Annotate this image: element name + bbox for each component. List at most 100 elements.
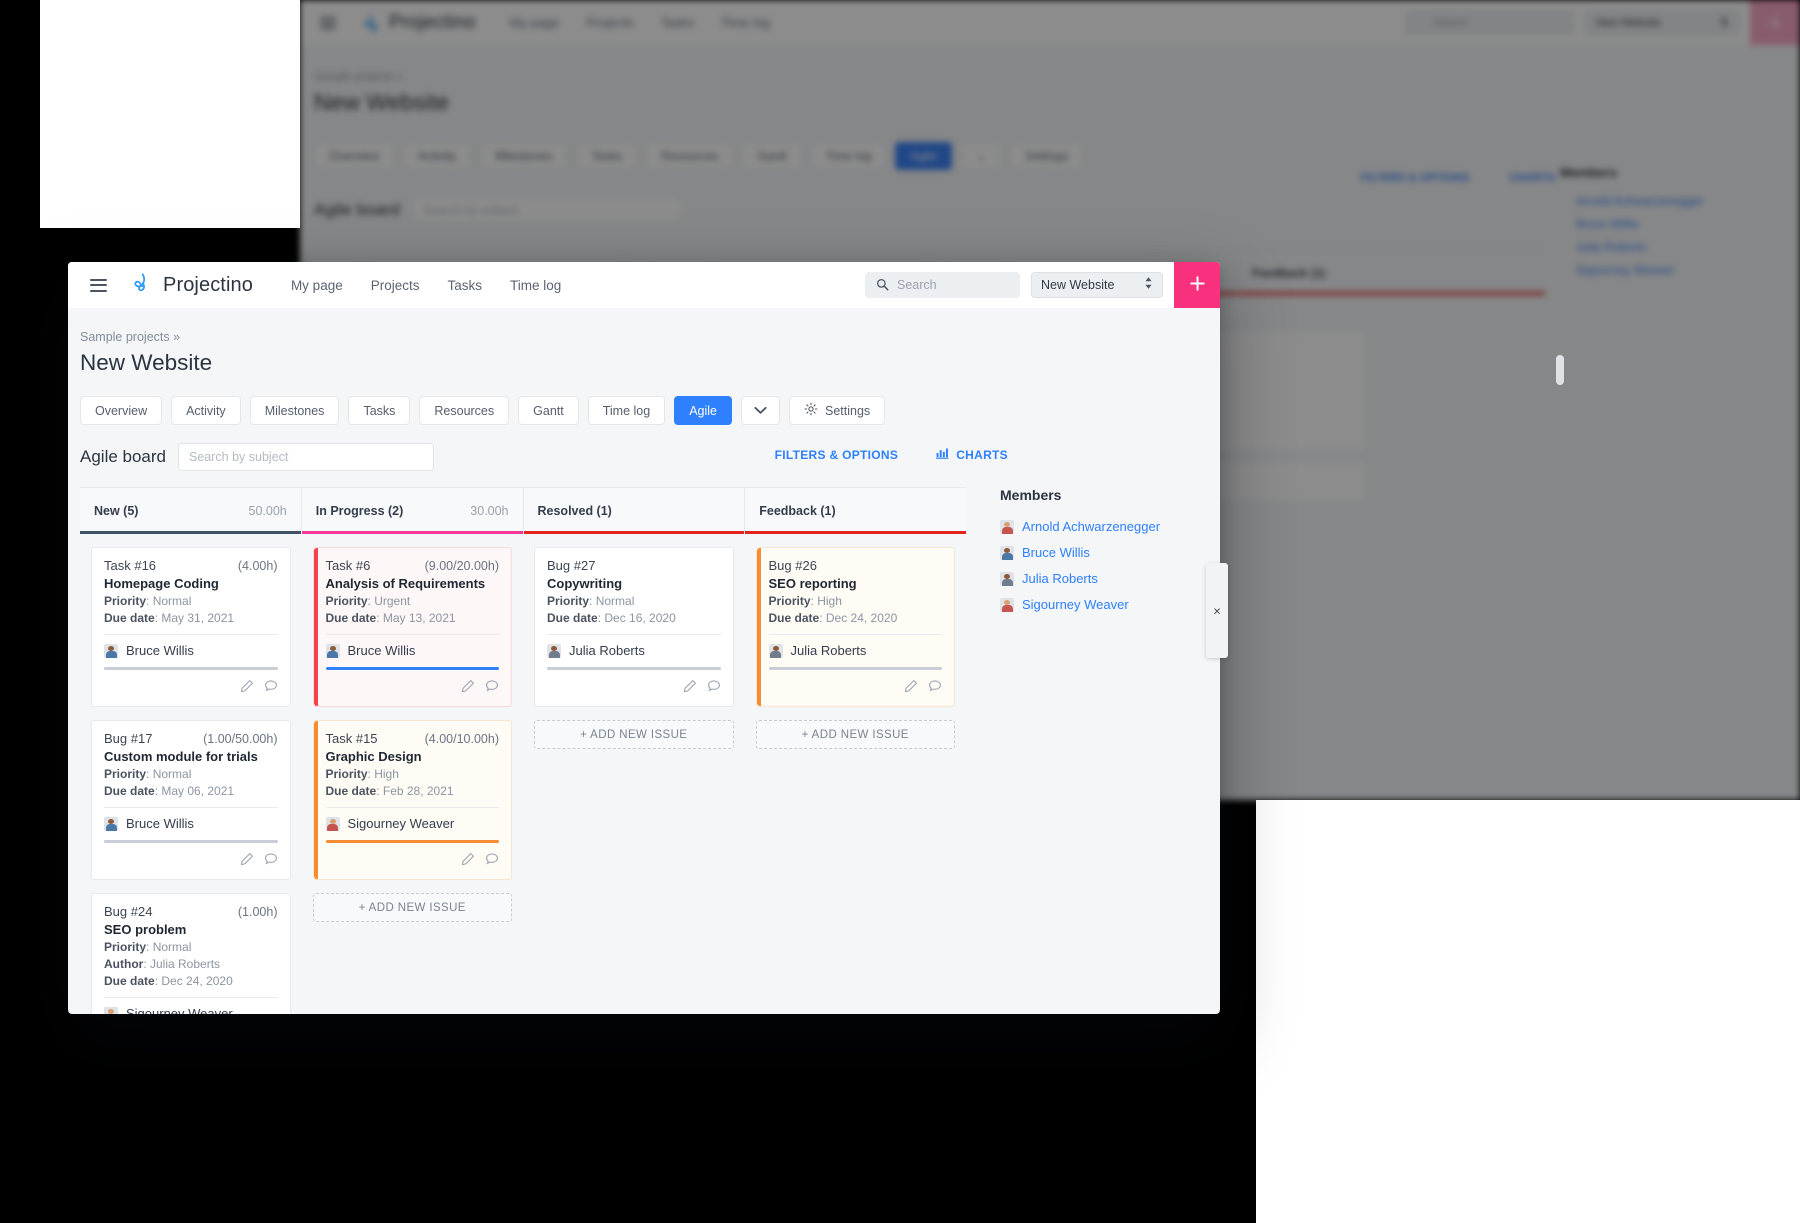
column-header-in-progress[interactable]: In Progress (2) 30.00h: [301, 488, 524, 534]
member-name[interactable]: Arnold Achwarzenegger: [1022, 519, 1160, 534]
member-row[interactable]: Sigourney Weaver: [1000, 597, 1210, 612]
edit-icon[interactable]: [240, 852, 254, 871]
field-value: Dec 16, 2020: [604, 611, 676, 625]
progress-bar: [325, 840, 499, 843]
edit-icon[interactable]: [461, 679, 475, 698]
hamburger-icon[interactable]: [90, 278, 107, 292]
tab-milestones[interactable]: Milestones: [249, 396, 340, 425]
member-row[interactable]: Arnold Achwarzenegger: [1000, 519, 1210, 534]
column-hours: 50.00h: [248, 503, 287, 518]
progress-bar: [104, 840, 278, 843]
close-overlay-button[interactable]: ×: [1206, 563, 1228, 658]
app-window: Projectino My page Projects Tasks Time l…: [68, 262, 1220, 1014]
nav-item-projects[interactable]: Projects: [371, 278, 420, 293]
issue-card[interactable]: Bug #26 SEO reporting Priority: High Due…: [755, 547, 955, 707]
app-logo[interactable]: Projectino: [132, 272, 253, 299]
tab-activity[interactable]: Activity: [171, 396, 241, 425]
add-button[interactable]: [1174, 262, 1220, 308]
comment-icon[interactable]: [928, 679, 942, 698]
comment-icon[interactable]: [264, 852, 278, 871]
column-header-new[interactable]: New (5) 50.00h: [80, 488, 302, 534]
top-navigation-bar: Projectino My page Projects Tasks Time l…: [68, 262, 1220, 308]
member-name[interactable]: Bruce Willis: [1022, 545, 1090, 560]
background-tab: Gantt: [742, 142, 802, 170]
charts-link[interactable]: CHARTS: [936, 447, 1008, 462]
issue-estimate: (4.00/10.00h): [424, 732, 499, 746]
field-value: Urgent: [374, 594, 411, 608]
field-value: Feb 28, 2021: [382, 784, 454, 798]
column-header-resolved[interactable]: Resolved (1): [523, 488, 746, 534]
global-search[interactable]: Search: [865, 272, 1020, 298]
issue-card[interactable]: Bug #17 (1.00/50.00h) Custom module for …: [91, 720, 291, 880]
field-label: Due date: [768, 611, 820, 625]
edit-icon[interactable]: [904, 679, 918, 698]
column-header-feedback[interactable]: Feedback (1): [745, 488, 966, 534]
progress-bar: [547, 667, 721, 670]
field-value: Julia Roberts: [150, 957, 221, 971]
add-new-issue-button[interactable]: + ADD NEW ISSUE: [312, 893, 512, 922]
member-row[interactable]: Julia Roberts: [1000, 571, 1210, 586]
tab-overview[interactable]: Overview: [80, 396, 163, 425]
tab-resources[interactable]: Resources: [419, 396, 510, 425]
nav-item-time-log[interactable]: Time log: [510, 278, 561, 293]
add-new-issue-button[interactable]: + ADD NEW ISSUE: [534, 720, 734, 749]
nav-item-tasks[interactable]: Tasks: [448, 278, 483, 293]
board-search-input[interactable]: Search by subject: [178, 443, 435, 471]
tab-time-log[interactable]: Time log: [587, 396, 666, 425]
issue-id: Task #6: [325, 558, 371, 573]
issue-card[interactable]: Task #16 (4.00h) Homepage Coding Priorit…: [91, 547, 291, 707]
field-label: Priority: [325, 767, 368, 781]
issue-estimate: (1.00/50.00h): [203, 732, 278, 746]
background-topbar-right: Search New Website ⇅ +: [1405, 0, 1800, 45]
issue-id: Bug #27: [547, 558, 596, 573]
member-row[interactable]: Bruce Willis: [1000, 545, 1210, 560]
background-scrollbar-thumb[interactable]: [1556, 355, 1564, 385]
issue-card[interactable]: Bug #24 (1.00h) SEO problem Priority: No…: [91, 893, 291, 1014]
board-wrapper: New (5) 50.00h In Progress (2) 30.00h Re…: [68, 487, 1220, 1014]
background-tab-settings: Settings: [1010, 142, 1084, 170]
background-board-search: Search by subject: [412, 196, 683, 223]
issue-id: Task #15: [325, 731, 378, 746]
issue-estimate: (1.00h): [237, 905, 278, 919]
nav-item: Tasks: [660, 15, 694, 30]
field-label: Priority: [104, 940, 147, 954]
issue-card[interactable]: Task #15 (4.00/10.00h) Graphic Design Pr…: [312, 720, 512, 880]
project-select[interactable]: New Website: [1031, 272, 1163, 298]
comment-icon[interactable]: [707, 679, 721, 698]
projectino-logo-icon: Projectino: [360, 12, 476, 34]
issue-id: Bug #26: [768, 558, 817, 573]
assignee-name: Bruce Willis: [126, 816, 194, 831]
filters-and-options-link[interactable]: FILTERS & OPTIONS: [775, 448, 899, 462]
field-value: May 13, 2021: [382, 611, 456, 625]
member-name[interactable]: Julia Roberts: [1022, 571, 1098, 586]
tab-agile[interactable]: Agile: [674, 396, 732, 425]
comment-icon[interactable]: [264, 679, 278, 698]
column-body-in-progress: Task #6 (9.00/20.00h) Analysis of Requir…: [302, 533, 524, 1014]
assignee-name: Sigourney Weaver: [347, 816, 455, 831]
tab-settings[interactable]: Settings: [788, 396, 886, 425]
comment-icon[interactable]: [485, 679, 499, 698]
issue-card[interactable]: Bug #27 Copywriting Priority: Normal Due…: [534, 547, 734, 707]
nav-item-my-page[interactable]: My page: [291, 278, 343, 293]
add-new-issue-button[interactable]: + ADD NEW ISSUE: [755, 720, 955, 749]
breadcrumb[interactable]: Sample projects »: [68, 330, 1220, 344]
tab-tasks[interactable]: Tasks: [348, 396, 411, 425]
assignee-name: Julia Roberts: [790, 643, 867, 658]
avatar: [1000, 545, 1014, 560]
edit-icon[interactable]: [461, 852, 475, 871]
member-name[interactable]: Sigourney Weaver: [1022, 597, 1129, 612]
progress-bar: [768, 667, 942, 670]
comment-icon[interactable]: [485, 852, 499, 871]
edit-icon[interactable]: [240, 679, 254, 698]
column-body-resolved: Bug #27 Copywriting Priority: Normal Due…: [523, 533, 745, 1014]
issue-subject: SEO problem: [104, 922, 187, 937]
tab-more-button[interactable]: [740, 396, 780, 425]
avatar: [547, 643, 561, 658]
field-label: Due date: [104, 611, 155, 625]
issue-card[interactable]: Task #6 (9.00/20.00h) Analysis of Requir…: [312, 547, 512, 707]
background-board-title: Agile board: [314, 199, 401, 219]
field-value: Normal: [595, 594, 635, 608]
tab-gantt[interactable]: Gantt: [518, 396, 579, 425]
edit-icon[interactable]: [683, 679, 697, 698]
project-select-value: New Website: [1041, 278, 1115, 292]
